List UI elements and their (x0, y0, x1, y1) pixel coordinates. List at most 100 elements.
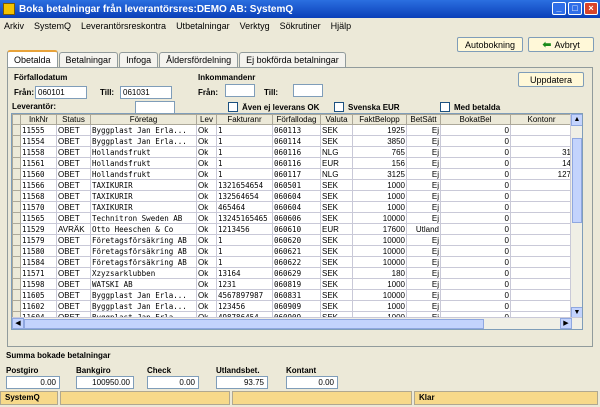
row-selector[interactable] (12, 234, 21, 246)
row-selector[interactable] (12, 135, 21, 147)
ink-till-input[interactable] (293, 84, 323, 97)
row-selector[interactable] (12, 168, 21, 180)
menu-utbetalningar[interactable]: Utbetalningar (176, 21, 230, 31)
col-kontonr[interactable]: Kontonr (510, 114, 573, 125)
table-cell (510, 278, 573, 290)
tab-infoga[interactable]: Infoga (119, 52, 159, 67)
table-cell: SEK (320, 190, 353, 202)
bankgiro-value: 100950.00 (76, 376, 134, 389)
table-row[interactable]: 11555 OBET Byggplast Jan Erla... Ok 1 060113 S… (12, 124, 573, 136)
col-betsatt[interactable]: BetSätt (406, 114, 441, 125)
row-selector[interactable] (12, 278, 21, 290)
menu-hjalp[interactable]: Hjälp (331, 21, 352, 31)
table-cell: 0 (440, 179, 511, 191)
menu-bar: Arkiv SystemQ Leverantörsreskontra Utbet… (0, 18, 600, 34)
row-selector[interactable] (12, 201, 21, 213)
aven-ej-leverans-checkbox[interactable] (228, 102, 238, 112)
col-bokatbel[interactable]: BokatBel (440, 114, 511, 125)
table-cell: Ej (406, 289, 441, 301)
table-cell (510, 245, 573, 257)
row-selector[interactable] (12, 157, 21, 169)
check-label: Check (147, 366, 172, 375)
table-row[interactable]: 11579 OBET Företagsförsäkring AB Ok 1 060620 S… (12, 234, 573, 246)
menu-verktyg[interactable]: Verktyg (240, 21, 270, 31)
svenska-eur-checkbox[interactable] (334, 102, 344, 112)
col-status[interactable]: Status (56, 114, 91, 125)
table-cell: 11602 (20, 300, 57, 312)
scroll-up-icon[interactable]: ▲ (571, 114, 582, 126)
uppdatera-button[interactable]: Uppdatera (518, 72, 584, 87)
table-cell: 060909 (272, 300, 321, 312)
horizontal-scroll-thumb[interactable] (24, 319, 484, 329)
med-betalda-checkbox[interactable] (440, 102, 450, 112)
minimize-button[interactable]: _ (552, 2, 566, 15)
col-fakturanr[interactable]: Fakturanr (216, 114, 273, 125)
invoice-grid[interactable]: InkNr Status Företag Lev Fakturanr Förfa… (11, 113, 583, 330)
table-cell: 0 (440, 300, 511, 312)
scroll-left-icon[interactable]: ◀ (12, 318, 24, 329)
row-selector[interactable] (12, 256, 21, 268)
col-inknr[interactable]: InkNr (20, 114, 57, 125)
table-row[interactable]: 11565 OBET Technitron Sweden AB Ok 132451654… (12, 212, 573, 224)
tab-obetalda[interactable]: Obetalda (7, 50, 58, 67)
menu-systemq[interactable]: SystemQ (34, 21, 71, 31)
col-foretag[interactable]: Företag (90, 114, 197, 125)
table-cell: 11568 (20, 190, 57, 202)
col-faktbelopp[interactable]: FaktBelopp (352, 114, 407, 125)
table-row[interactable]: 11560 OBET Hollandsfrukt Ok 1 060117 NLG 3125 Ej… (12, 168, 573, 180)
table-cell: 060501 (272, 179, 321, 191)
row-selector[interactable] (12, 300, 21, 312)
col-forfallodag[interactable]: Förfallodag (272, 114, 321, 125)
row-selector[interactable] (12, 289, 21, 301)
table-row[interactable]: 11571 OBET Xzyzsarklubben Ok 13164 060629 SEK 1… (12, 267, 573, 279)
table-row[interactable]: 11566 OBET TAXIKURIR Ok 1321654654 060501 SEK 1… (12, 179, 573, 191)
table-row[interactable]: 11598 OBET WATSKI AB Ok 1231 060819 SEK 1000 Ej 0 (12, 278, 573, 290)
till-date-input[interactable]: 061031 (120, 86, 172, 99)
scroll-right-icon[interactable]: ▶ (560, 318, 572, 329)
row-selector[interactable] (12, 179, 21, 191)
ink-fran-input[interactable] (225, 84, 255, 97)
menu-sokrutiner[interactable]: Sökrutiner (280, 21, 321, 31)
col-lev[interactable]: Lev (196, 114, 217, 125)
table-cell: 11554 (20, 135, 57, 147)
table-cell: 1 (216, 245, 273, 257)
table-row[interactable]: 11605 OBET Byggplast Jan Erla... Ok 45678979… (12, 289, 573, 301)
col-valuta[interactable]: Valuta (320, 114, 353, 125)
row-selector[interactable] (12, 124, 21, 136)
table-row[interactable]: 11554 OBET Byggplast Jan Erla... Ok 1 060114 S… (12, 135, 573, 147)
row-selector[interactable] (12, 267, 21, 279)
table-row[interactable]: 11561 OBET Hollandsfrukt Ok 1 060116 EUR 156 Ej 0… (12, 157, 573, 169)
fran-date-input[interactable]: 060101 (35, 86, 87, 99)
row-selector[interactable] (12, 245, 21, 257)
table-row[interactable]: 11602 OBET Byggplast Jan Erla... Ok 123456 06… (12, 300, 573, 312)
table-cell: OBET (56, 135, 91, 147)
autobokning-button[interactable]: Autobokning (457, 37, 523, 52)
table-row[interactable]: 11580 OBET Företagsförsäkring AB Ok 1 060621 S… (12, 245, 573, 257)
table-cell: 0 (440, 146, 511, 158)
table-row[interactable]: 11529 AVRÄK Otto Heeschen & Co Ok 1213456 060… (12, 223, 573, 235)
row-selector[interactable] (12, 223, 21, 235)
horizontal-scrollbar[interactable]: ◀ ▶ (12, 317, 582, 329)
vertical-scroll-thumb[interactable] (572, 138, 582, 223)
table-row[interactable]: 11584 OBET Företagsförsäkring AB Ok 1 060622 S… (12, 256, 573, 268)
table-row[interactable]: 11558 OBET Hollandsfrukt Ok 1 060116 NLG 765 Ej 0… (12, 146, 573, 158)
table-row[interactable]: 11568 OBET TAXIKURIR Ok 132564654 060604 SEK 10… (12, 190, 573, 202)
close-button[interactable]: × (584, 2, 598, 15)
table-cell: OBET (56, 289, 91, 301)
table-cell: Byggplast Jan Erla... (90, 300, 197, 312)
menu-leverantorsreskontra[interactable]: Leverantörsreskontra (81, 21, 166, 31)
row-selector[interactable] (12, 212, 21, 224)
tab-aldersfordelning[interactable]: Åldersfördelning (159, 52, 239, 67)
table-cell: 0 (440, 267, 511, 279)
maximize-button[interactable]: □ (568, 2, 582, 15)
tab-ej-bokforda-betalningar[interactable]: Ej bokförda betalningar (239, 52, 346, 67)
tab-betalningar[interactable]: Betalningar (58, 52, 119, 67)
avbryt-button[interactable]: ⬅ Avbryt (528, 37, 594, 52)
vertical-scrollbar[interactable]: ▲ ▼ (570, 114, 582, 319)
postgiro-label: Postgiro (6, 366, 39, 375)
row-selector[interactable] (12, 190, 21, 202)
row-selector[interactable] (12, 146, 21, 158)
table-row[interactable]: 11570 OBET TAXIKURIR Ok 465464 060604 SEK 1000 E… (12, 201, 573, 213)
menu-arkiv[interactable]: Arkiv (4, 21, 24, 31)
table-cell: 465464 (216, 201, 273, 213)
